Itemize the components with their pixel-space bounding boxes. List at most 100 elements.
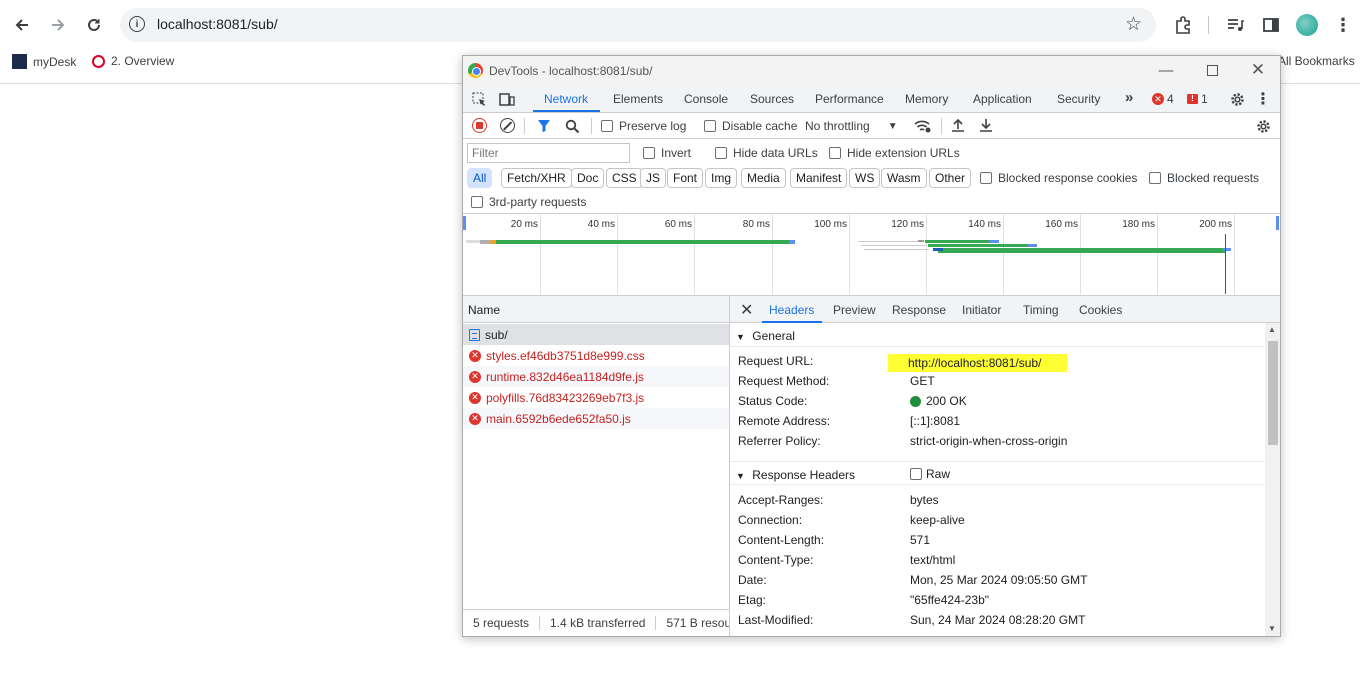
tab-initiator[interactable]: Initiator	[962, 303, 1001, 317]
tab-application[interactable]: Application	[973, 92, 1032, 106]
checkbox-box[interactable]	[643, 147, 655, 159]
name-column-header[interactable]: Name	[463, 296, 729, 323]
overview-right-handle[interactable]	[1276, 216, 1279, 230]
reload-button[interactable]	[81, 12, 107, 38]
type-filter-doc[interactable]: Doc	[571, 168, 605, 188]
scrollbar-thumb[interactable]	[1268, 341, 1278, 445]
record-stop-button[interactable]	[472, 118, 487, 133]
tab-performance[interactable]: Performance	[815, 92, 884, 106]
details-scrollbar[interactable]: ▲ ▼	[1265, 323, 1280, 636]
export-har-button[interactable]	[978, 117, 994, 134]
type-filter-font[interactable]: Font	[667, 168, 704, 188]
checkbox-box[interactable]	[601, 120, 613, 132]
overview-left-handle[interactable]	[463, 216, 466, 230]
request-row-styles[interactable]: ✕ styles.ef46db3751d8e999.css	[463, 345, 729, 366]
tab-preview[interactable]: Preview	[833, 303, 876, 317]
checkbox-box[interactable]	[715, 147, 727, 159]
response-headers-section-header[interactable]: ▼ Response Headers Raw	[730, 461, 1265, 485]
tab-headers[interactable]: Headers	[769, 303, 814, 317]
request-row-main[interactable]: ✕ main.6592b6ede652fa50.js	[463, 408, 729, 429]
tab-sources[interactable]: Sources	[750, 92, 794, 106]
toolbar-divider	[524, 118, 525, 134]
url-text[interactable]: localhost:8081/sub/	[157, 16, 278, 32]
preserve-log-checkbox[interactable]: Preserve log	[601, 119, 686, 133]
site-info-icon[interactable]: i	[129, 16, 145, 32]
waterfall-bar	[925, 240, 995, 243]
back-button[interactable]	[9, 12, 35, 38]
upload-icon	[952, 118, 964, 132]
clear-button[interactable]	[500, 118, 515, 133]
throttling-select[interactable]: No throttling ▼	[805, 119, 898, 133]
tab-network[interactable]: Network	[544, 92, 588, 106]
network-conditions-button[interactable]	[914, 118, 932, 134]
third-party-requests-checkbox[interactable]: 3rd-party requests	[471, 195, 586, 209]
tab-timing[interactable]: Timing	[1023, 303, 1059, 317]
network-overview-timeline[interactable]: 20 ms 40 ms 60 ms 80 ms 100 ms 120 ms 14…	[463, 214, 1280, 296]
extensions-button[interactable]	[1170, 12, 1196, 38]
checkbox-box[interactable]	[471, 196, 483, 208]
tab-console[interactable]: Console	[684, 92, 728, 106]
address-bar[interactable]: i localhost:8081/sub/ ☆	[120, 8, 1156, 42]
search-button[interactable]	[564, 118, 580, 134]
side-panel-button[interactable]	[1258, 12, 1284, 38]
filter-input[interactable]	[467, 143, 630, 163]
disable-cache-checkbox[interactable]: Disable cache	[704, 119, 797, 133]
checkbox-box[interactable]	[704, 120, 716, 132]
type-filter-css[interactable]: CSS	[606, 168, 643, 188]
network-settings-button[interactable]	[1254, 117, 1272, 135]
more-tabs-chevron-icon[interactable]: »	[1125, 89, 1133, 106]
hide-extension-urls-checkbox[interactable]: Hide extension URLs	[829, 146, 960, 160]
type-filter-img[interactable]: Img	[705, 168, 738, 188]
request-row-sub[interactable]: sub/	[463, 324, 729, 345]
type-filter-all[interactable]: All	[467, 168, 493, 188]
minimize-button[interactable]: —	[1156, 60, 1176, 80]
type-filter-js[interactable]: JS	[640, 168, 667, 188]
close-details-icon[interactable]: ✕	[740, 300, 753, 320]
bookmark-overview[interactable]: 2. Overview	[92, 54, 174, 68]
scroll-up-arrow-icon[interactable]: ▲	[1268, 325, 1276, 334]
request-row-polyfills[interactable]: ✕ polyfills.76d83423269eb7f3.js	[463, 387, 729, 408]
devtools-menu-button[interactable]: ⋮	[1255, 90, 1271, 108]
general-section-header[interactable]: ▼ General	[730, 323, 1265, 347]
import-har-button[interactable]	[950, 117, 966, 134]
tab-memory[interactable]: Memory	[905, 92, 948, 106]
checkbox-box[interactable]	[980, 172, 992, 184]
type-filter-wasm[interactable]: Wasm	[881, 168, 927, 188]
chrome-menu-button[interactable]: ⋮	[1330, 12, 1356, 38]
inspect-element-button[interactable]	[471, 91, 487, 107]
request-row-runtime[interactable]: ✕ runtime.832d46ea1184d9fe.js	[463, 366, 729, 387]
checkbox-box[interactable]	[910, 468, 922, 480]
maximize-button[interactable]	[1202, 60, 1222, 80]
tab-elements[interactable]: Elements	[613, 92, 663, 106]
type-filter-ws[interactable]: WS	[849, 168, 881, 188]
all-bookmarks-button[interactable]: All Bookmarks	[1278, 54, 1355, 68]
type-filter-media[interactable]: Media	[741, 168, 786, 188]
device-toolbar-button[interactable]	[499, 91, 515, 107]
devtools-settings-button[interactable]	[1228, 90, 1246, 108]
tab-security[interactable]: Security	[1057, 92, 1100, 106]
blocked-response-cookies-checkbox[interactable]: Blocked response cookies	[980, 171, 1137, 185]
error-counter[interactable]: ✕ 4	[1152, 92, 1174, 106]
type-filter-other[interactable]: Other	[929, 168, 972, 188]
type-filter-fetch-xhr[interactable]: Fetch/XHR	[501, 168, 572, 188]
raw-checkbox[interactable]: Raw	[910, 467, 950, 481]
network-toolbar: Preserve log Disable cache No throttling…	[463, 113, 1280, 139]
type-filter-manifest[interactable]: Manifest	[790, 168, 848, 188]
hide-data-urls-checkbox[interactable]: Hide data URLs	[715, 146, 818, 160]
tab-cookies[interactable]: Cookies	[1079, 303, 1122, 317]
checkbox-box[interactable]	[1149, 172, 1161, 184]
invert-label: Invert	[661, 146, 692, 160]
invert-checkbox[interactable]: Invert	[643, 146, 691, 160]
media-button[interactable]	[1222, 12, 1248, 38]
bookmark-mydesk[interactable]: myDesk	[12, 54, 76, 69]
blocked-requests-checkbox[interactable]: Blocked requests	[1149, 171, 1259, 185]
checkbox-box[interactable]	[829, 147, 841, 159]
filter-toggle-button[interactable]	[536, 118, 552, 134]
issue-counter[interactable]: ! 1	[1187, 92, 1208, 106]
scroll-down-arrow-icon[interactable]: ▼	[1268, 624, 1276, 633]
profile-avatar[interactable]	[1294, 12, 1320, 38]
forward-button[interactable]	[45, 12, 71, 38]
close-window-button[interactable]: ✕	[1248, 60, 1268, 80]
bookmark-star-icon[interactable]: ☆	[1125, 13, 1142, 36]
tab-response[interactable]: Response	[892, 303, 946, 317]
